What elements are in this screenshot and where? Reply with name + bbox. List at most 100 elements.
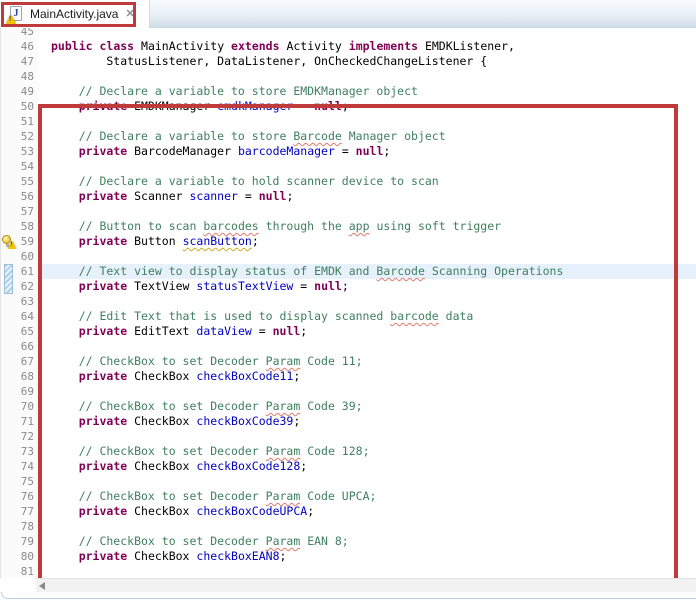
code-line[interactable]: 73 // CheckBox to set Decoder Param Code… bbox=[1, 444, 696, 459]
warning-triangle-glyph bbox=[8, 241, 16, 249]
code-line[interactable]: 55 // Declare a variable to hold scanner… bbox=[1, 174, 696, 189]
code-line-text: private CheckBox checkBoxEAN8; bbox=[38, 549, 696, 564]
code-line[interactable]: 47 StatusListener, DataListener, OnCheck… bbox=[1, 54, 696, 69]
code-line[interactable]: 80 private CheckBox checkBoxEAN8; bbox=[1, 549, 696, 564]
code-line[interactable]: 61 // Text view to display status of EMD… bbox=[1, 264, 696, 279]
window-bottom-border bbox=[1, 592, 696, 599]
code-line[interactable]: 52 // Declare a variable to store Barcod… bbox=[1, 129, 696, 144]
line-number: 51 bbox=[19, 114, 38, 129]
line-number: 57 bbox=[19, 204, 38, 219]
code-line[interactable]: 81 bbox=[1, 564, 696, 578]
code-line[interactable]: 59 private Button scanButton; bbox=[1, 234, 696, 249]
code-line-text: private BarcodeManager barcodeManager = … bbox=[38, 144, 696, 159]
warning-lightbulb-icon[interactable] bbox=[2, 235, 16, 248]
line-number: 62 bbox=[19, 279, 38, 294]
marker-gutter-cell bbox=[1, 534, 19, 549]
code-lines-container: 4546public class MainActivity extends Ac… bbox=[1, 28, 696, 578]
code-line[interactable]: 68 private CheckBox checkBoxCode11; bbox=[1, 369, 696, 384]
line-number: 50 bbox=[19, 99, 38, 114]
line-number: 54 bbox=[19, 159, 38, 174]
code-line-text: public class MainActivity extends Activi… bbox=[38, 39, 696, 54]
line-number: 73 bbox=[19, 444, 38, 459]
code-line[interactable]: 46public class MainActivity extends Acti… bbox=[1, 39, 696, 54]
marker-gutter-cell bbox=[1, 429, 19, 444]
code-line[interactable]: 79 // CheckBox to set Decoder Param EAN … bbox=[1, 534, 696, 549]
code-line-text bbox=[38, 564, 696, 578]
marker-gutter-cell bbox=[1, 129, 19, 144]
tab-mainactivity-java[interactable]: J MainActivity.java ✕ bbox=[0, 0, 150, 28]
line-number: 72 bbox=[19, 429, 38, 444]
marker-gutter-cell bbox=[1, 249, 19, 264]
marker-gutter-cell bbox=[1, 339, 19, 354]
close-icon[interactable]: ✕ bbox=[125, 9, 134, 20]
eclipse-editor-window: J MainActivity.java ✕ 4546public class M… bbox=[0, 0, 696, 601]
marker-gutter-cell bbox=[1, 399, 19, 414]
code-line[interactable]: 67 // CheckBox to set Decoder Param Code… bbox=[1, 354, 696, 369]
code-line[interactable]: 65 private EditText dataView = null; bbox=[1, 324, 696, 339]
marker-gutter-cell bbox=[1, 39, 19, 54]
code-line[interactable]: 57 bbox=[1, 204, 696, 219]
code-line[interactable]: 50 private EMDKManager emdkManager = nul… bbox=[1, 99, 696, 114]
code-line[interactable]: 62 private TextView statusTextView = nul… bbox=[1, 279, 696, 294]
code-line-text: // Declare a variable to hold scanner de… bbox=[38, 174, 696, 189]
code-line[interactable]: 53 private BarcodeManager barcodeManager… bbox=[1, 144, 696, 159]
line-number: 64 bbox=[19, 309, 38, 324]
marker-gutter-cell bbox=[1, 219, 19, 234]
marker-gutter-cell bbox=[1, 504, 19, 519]
code-line[interactable]: 56 private Scanner scanner = null; bbox=[1, 189, 696, 204]
line-number: 45 bbox=[19, 28, 38, 39]
line-number: 69 bbox=[19, 384, 38, 399]
line-number: 65 bbox=[19, 324, 38, 339]
code-line[interactable]: 69 bbox=[1, 384, 696, 399]
marker-gutter-cell bbox=[1, 354, 19, 369]
line-number: 48 bbox=[19, 69, 38, 84]
code-line[interactable]: 45 bbox=[1, 28, 696, 39]
code-line[interactable]: 60 bbox=[1, 249, 696, 264]
code-line-text: StatusListener, DataListener, OnCheckedC… bbox=[38, 54, 696, 69]
line-number: 61 bbox=[19, 264, 38, 279]
line-number: 67 bbox=[19, 354, 38, 369]
code-line[interactable]: 77 private CheckBox checkBoxCodeUPCA; bbox=[1, 504, 696, 519]
code-line[interactable]: 75 bbox=[1, 474, 696, 489]
line-number: 47 bbox=[19, 54, 38, 69]
code-line[interactable]: 78 bbox=[1, 519, 696, 534]
code-line-text: private TextView statusTextView = null; bbox=[38, 279, 696, 294]
marker-gutter-cell bbox=[1, 84, 19, 99]
code-line[interactable]: 63 bbox=[1, 294, 696, 309]
code-line-text: // Declare a variable to store Barcode M… bbox=[38, 129, 696, 144]
code-line[interactable]: 66 bbox=[1, 339, 696, 354]
code-line[interactable]: 48 bbox=[1, 69, 696, 84]
code-line[interactable]: 72 bbox=[1, 429, 696, 444]
marker-gutter-cell bbox=[1, 114, 19, 129]
code-line[interactable]: 64 // Edit Text that is used to display … bbox=[1, 309, 696, 324]
code-line[interactable]: 58 // Button to scan barcodes through th… bbox=[1, 219, 696, 234]
marker-gutter-cell bbox=[1, 234, 19, 249]
code-line[interactable]: 49 // Declare a variable to store EMDKMa… bbox=[1, 84, 696, 99]
scroll-left-arrow-icon[interactable] bbox=[39, 582, 45, 590]
marker-gutter-cell bbox=[1, 309, 19, 324]
horizontal-scrollbar[interactable] bbox=[36, 578, 696, 592]
code-line-text: // CheckBox to set Decoder Param Code 12… bbox=[38, 444, 696, 459]
code-line[interactable]: 76 // CheckBox to set Decoder Param Code… bbox=[1, 489, 696, 504]
quick-diff-changed-lines-marker bbox=[4, 264, 13, 294]
line-number: 60 bbox=[19, 249, 38, 264]
marker-gutter-cell bbox=[1, 264, 19, 279]
line-number: 55 bbox=[19, 174, 38, 189]
code-line[interactable]: 71 private CheckBox checkBoxCode39; bbox=[1, 414, 696, 429]
code-line-text: private CheckBox checkBoxCode39; bbox=[38, 414, 696, 429]
line-number: 56 bbox=[19, 189, 38, 204]
code-editor[interactable]: 4546public class MainActivity extends Ac… bbox=[0, 28, 696, 578]
code-line[interactable]: 54 bbox=[1, 159, 696, 174]
java-file-icon: J bbox=[8, 6, 24, 22]
marker-gutter-cell bbox=[1, 159, 19, 174]
marker-gutter-cell bbox=[1, 69, 19, 84]
code-line-text: private Scanner scanner = null; bbox=[38, 189, 696, 204]
line-number: 71 bbox=[19, 414, 38, 429]
code-line-text: // CheckBox to set Decoder Param Code 39… bbox=[38, 399, 696, 414]
code-line[interactable]: 70 // CheckBox to set Decoder Param Code… bbox=[1, 399, 696, 414]
code-line[interactable]: 51 bbox=[1, 114, 696, 129]
code-line-text: // CheckBox to set Decoder Param EAN 8; bbox=[38, 534, 696, 549]
code-line-text bbox=[38, 519, 696, 534]
code-line-text: private CheckBox checkBoxCodeUPCA; bbox=[38, 504, 696, 519]
code-line[interactable]: 74 private CheckBox checkBoxCode128; bbox=[1, 459, 696, 474]
